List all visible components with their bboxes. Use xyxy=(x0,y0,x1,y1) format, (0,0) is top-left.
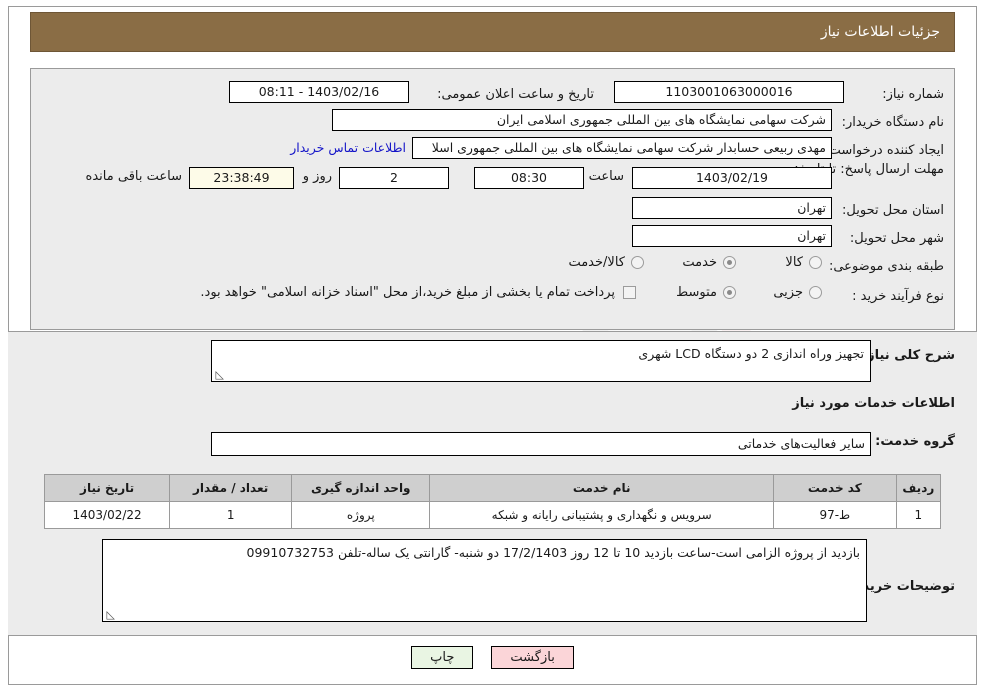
need-number-value: 1103001063000016 xyxy=(614,81,844,103)
resize-grip-icon-notes[interactable]: ◺ xyxy=(105,609,115,620)
city-value: تهران xyxy=(632,225,832,247)
col-name: نام خدمت xyxy=(429,474,774,502)
treasury-checkbox-group[interactable]: پرداخت تمام یا بخشی از مبلغ خرید،از محل … xyxy=(200,285,636,300)
requester-value: مهدی ربیعی حسابدار شرکت سهامی نمایشگاه ه… xyxy=(412,137,832,159)
buyer-contact-link[interactable]: اطلاعات تماس خریدار xyxy=(290,140,406,155)
buyer-notes-value: بازدید از پروژه الزامی است-ساعت بازدید 1… xyxy=(246,545,860,560)
cell-name: سرویس و نگهداری و پشتیبانی رایانه و شبکه xyxy=(429,501,774,529)
process-radio-motevaset[interactable] xyxy=(723,286,736,299)
footer-button-bar: بازگشت چاپ xyxy=(0,646,985,669)
process-option-0[interactable]: جزیی xyxy=(773,285,822,300)
category-option-1[interactable]: خدمت xyxy=(682,255,736,270)
province-label: استان محل تحویل: xyxy=(842,202,944,218)
services-section-title: اطلاعات خدمات مورد نیاز xyxy=(792,396,955,411)
deadline-hour-label: ساعت xyxy=(588,169,624,184)
requester-label: ایجاد کننده درخواست: xyxy=(824,142,944,158)
remaining-days-value: 2 xyxy=(339,167,449,189)
need-number-row: شماره نیاز: xyxy=(882,83,944,105)
category-option-2[interactable]: کالا/خدمت xyxy=(568,255,644,270)
treasury-checkbox-label: پرداخت تمام یا بخشی از مبلغ خرید،از محل … xyxy=(200,285,615,300)
deadline-label: مهلت ارسال پاسخ: تا تاریخ: xyxy=(794,162,944,177)
items-table: ردیف کد خدمت نام خدمت واحد اندازه گیری ت… xyxy=(43,474,942,529)
buyer-org-label: نام دستگاه خریدار: xyxy=(841,114,944,130)
cell-unit: پروژه xyxy=(291,501,431,529)
province-value: تهران xyxy=(632,197,832,219)
col-index: ردیف xyxy=(895,474,942,502)
province-row: استان محل تحویل: xyxy=(842,199,944,221)
col-qty: تعداد / مقدار xyxy=(169,474,293,502)
col-code: کد خدمت xyxy=(772,474,897,502)
category-label: طبقه بندی موضوعی: xyxy=(828,258,944,274)
table-row: 1 ط-97 سرویس و نگهداری و پشتیبانی رایانه… xyxy=(43,501,942,529)
category-option-0[interactable]: کالا xyxy=(785,255,822,270)
process-radio-jozi[interactable] xyxy=(809,286,822,299)
category-label-kala: کالا xyxy=(785,255,803,270)
page-title: جزئیات اطلاعات نیاز xyxy=(820,24,940,40)
need-details-panel: شرح کلی نیاز: تجهیز وراه اندازی 2 دو دست… xyxy=(8,331,977,636)
process-label: نوع فرآیند خرید : xyxy=(852,288,944,304)
city-label: شهر محل تحویل: xyxy=(849,230,944,246)
announce-datetime-row: تاریخ و ساعت اعلان عمومی: xyxy=(437,83,594,105)
remaining-time-suffix: ساعت باقی مانده xyxy=(85,169,182,184)
deadline-hour-value: 08:30 xyxy=(474,167,584,189)
need-summary-value-box[interactable]: تجهیز وراه اندازی 2 دو دستگاه LCD شهری ◺ xyxy=(211,340,871,382)
col-unit: واحد اندازه گیری xyxy=(291,474,431,502)
col-need-date: تاریخ نیاز xyxy=(43,474,171,502)
category-radio-khedmat[interactable] xyxy=(723,256,736,269)
need-number-label: شماره نیاز: xyxy=(882,86,944,102)
process-option-1[interactable]: متوسط xyxy=(676,285,736,300)
category-label-khedmat: خدمت xyxy=(682,255,717,270)
requester-row: ایجاد کننده درخواست: xyxy=(824,139,944,161)
category-radio-kala-khedmat[interactable] xyxy=(631,256,644,269)
items-table-header-row: ردیف کد خدمت نام خدمت واحد اندازه گیری ت… xyxy=(43,474,942,502)
back-button[interactable]: بازگشت xyxy=(491,646,574,669)
page-root: جزئیات اطلاعات نیاز شماره نیاز: 11030010… xyxy=(0,0,985,691)
need-summary-value: تجهیز وراه اندازی 2 دو دستگاه LCD شهری xyxy=(638,346,864,361)
buyer-notes-value-box[interactable]: بازدید از پروژه الزامی است-ساعت بازدید 1… xyxy=(102,539,867,622)
resize-grip-icon[interactable]: ◺ xyxy=(214,369,224,380)
announce-datetime-value: 1403/02/16 - 08:11 xyxy=(229,81,409,103)
print-button[interactable]: چاپ xyxy=(411,646,474,669)
deadline-date-value: 1403/02/19 xyxy=(632,167,832,189)
remaining-days-suffix: روز و xyxy=(302,169,332,184)
buyer-org-value: شرکت سهامی نمایشگاه های بین المللی جمهور… xyxy=(332,109,832,131)
remaining-time-countdown: 23:38:49 xyxy=(189,167,294,189)
service-group-label: گروه خدمت: xyxy=(875,434,955,449)
service-group-value: سایر فعالیت‌های خدماتی xyxy=(211,432,871,456)
cell-code: ط-97 xyxy=(772,501,897,529)
treasury-checkbox[interactable] xyxy=(623,286,636,299)
category-label-kala-khedmat: کالا/خدمت xyxy=(568,255,625,270)
process-label-motevaset: متوسط xyxy=(676,285,717,300)
city-row: شهر محل تحویل: xyxy=(850,227,944,249)
announce-datetime-label: تاریخ و ساعت اعلان عمومی: xyxy=(437,86,594,102)
page-header-bar: جزئیات اطلاعات نیاز xyxy=(30,12,955,52)
cell-index: 1 xyxy=(895,501,942,529)
cell-qty: 1 xyxy=(169,501,293,529)
need-summary-label: شرح کلی نیاز: xyxy=(861,348,955,363)
need-info-panel: شماره نیاز: 1103001063000016 تاریخ و ساع… xyxy=(30,68,955,330)
buyer-org-row: نام دستگاه خریدار: xyxy=(842,111,944,133)
process-row: نوع فرآیند خرید : xyxy=(852,285,944,307)
cell-need-date: 1403/02/22 xyxy=(43,501,171,529)
category-radio-kala[interactable] xyxy=(809,256,822,269)
category-row: طبقه بندی موضوعی: xyxy=(829,255,944,277)
deadline-row: مهلت ارسال پاسخ: تا تاریخ: xyxy=(794,161,944,197)
process-label-jozi: جزیی xyxy=(773,285,803,300)
